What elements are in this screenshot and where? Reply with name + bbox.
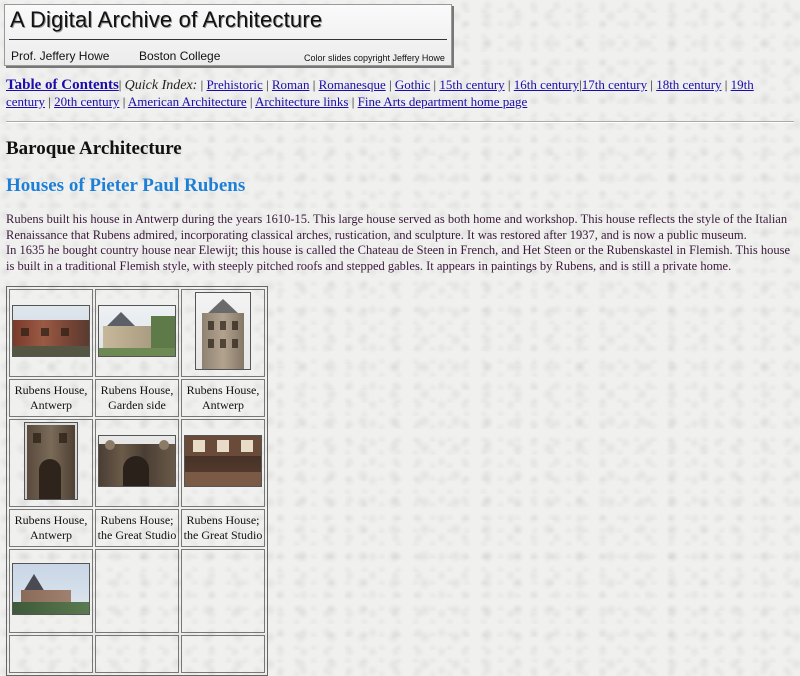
site-title: A Digital Archive of Architecture bbox=[10, 7, 323, 32]
thumbnail-link[interactable] bbox=[24, 422, 78, 500]
nav-link-roman[interactable]: Roman bbox=[272, 77, 310, 92]
banner-college: Boston College bbox=[139, 49, 221, 63]
intro-text: Rubens built his house in Antwerp during… bbox=[6, 212, 794, 274]
intro-paragraph-1: Rubens built his house in Antwerp during… bbox=[6, 212, 788, 242]
nav-link-american-architecture[interactable]: American Architecture bbox=[128, 94, 247, 109]
nav-link-17th-century[interactable]: 17th century bbox=[582, 77, 647, 92]
thumbnail-link[interactable] bbox=[12, 305, 90, 357]
nav-link-fine-arts-home[interactable]: Fine Arts department home page bbox=[358, 94, 528, 109]
thumbnail-link[interactable] bbox=[195, 292, 251, 370]
nav-link-20th-century[interactable]: 20th century bbox=[54, 94, 119, 109]
thumbnail-caption: Rubens House; the Great Studio bbox=[95, 509, 179, 547]
thumbnail-cell bbox=[9, 419, 93, 507]
page-title: Houses of Pieter Paul Rubens bbox=[6, 175, 246, 196]
banner-rule bbox=[9, 39, 447, 40]
thumbnail-cell bbox=[95, 289, 179, 377]
empty-cell bbox=[95, 549, 179, 633]
thumbnail-cell bbox=[9, 289, 93, 377]
empty-cell bbox=[9, 635, 93, 673]
empty-cell bbox=[95, 635, 179, 673]
banner-author: Prof. Jeffery Howe bbox=[11, 49, 110, 63]
thumbnail-cell bbox=[95, 419, 179, 507]
quick-index-nav: Table of Contents| Quick Index: | Prehis… bbox=[6, 77, 754, 109]
intro-paragraph-2: In 1635 he bought country house near Ele… bbox=[6, 243, 790, 273]
thumbnail-caption: Rubens House, Garden side bbox=[95, 379, 179, 417]
nav-link-15th-century[interactable]: 15th century bbox=[439, 77, 504, 92]
thumbnail-link[interactable] bbox=[98, 435, 176, 487]
nav-table-of-contents[interactable]: Table of Contents bbox=[6, 77, 119, 93]
banner-copyright: Color slides copyright Jeffery Howe bbox=[304, 53, 445, 63]
divider bbox=[6, 121, 794, 123]
nav-link-gothic[interactable]: Gothic bbox=[395, 77, 430, 92]
thumbnail-cell bbox=[9, 549, 93, 633]
thumbnail-caption: Rubens House, Antwerp bbox=[181, 379, 265, 417]
nav-link-16th-century[interactable]: 16th century bbox=[514, 77, 579, 92]
empty-cell bbox=[181, 549, 265, 633]
thumbnail-link[interactable] bbox=[12, 563, 90, 615]
empty-cell bbox=[181, 635, 265, 673]
thumbnail-cell bbox=[181, 289, 265, 377]
thumbnail-link[interactable] bbox=[98, 305, 176, 357]
thumbnail-caption: Rubens House; the Great Studio bbox=[181, 509, 265, 547]
nav-link-18th-century[interactable]: 18th century bbox=[656, 77, 721, 92]
image-gallery: Rubens House, Antwerp Rubens House, Gard… bbox=[6, 286, 268, 676]
nav-link-romanesque[interactable]: Romanesque bbox=[319, 77, 386, 92]
thumbnail-caption: Rubens House, Antwerp bbox=[9, 509, 93, 547]
thumbnail-caption: Rubens House, Antwerp bbox=[9, 379, 93, 417]
section-heading: Baroque Architecture bbox=[6, 138, 182, 159]
nav-link-architecture-links[interactable]: Architecture links bbox=[255, 94, 349, 109]
thumbnail-link[interactable] bbox=[184, 435, 262, 487]
thumbnail-cell bbox=[181, 419, 265, 507]
quick-index-label: Quick Index: bbox=[124, 78, 198, 93]
nav-link-prehistoric[interactable]: Prehistoric bbox=[206, 77, 262, 92]
site-banner: A Digital Archive of Architecture Prof. … bbox=[4, 4, 452, 66]
